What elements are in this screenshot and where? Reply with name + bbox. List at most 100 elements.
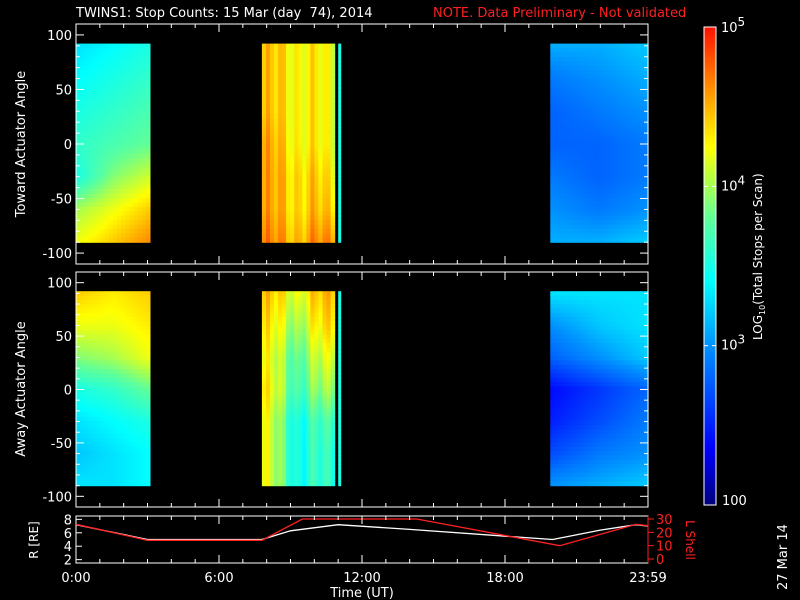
heatmap-cell	[290, 127, 295, 133]
heatmap-cell	[326, 114, 332, 120]
heatmap-cell	[88, 291, 93, 297]
heatmap-cell	[108, 425, 114, 431]
heatmap-cell	[278, 464, 283, 469]
heatmap-cell	[121, 351, 126, 357]
heatmap-cell	[322, 438, 328, 443]
heatmap-cell	[282, 325, 287, 331]
heatmap-cell	[265, 295, 271, 301]
heatmap-cell	[286, 356, 291, 361]
heatmap-cell	[582, 312, 588, 318]
heatmap-cell	[306, 114, 311, 120]
heatmap-cell	[554, 193, 560, 199]
heatmap-cell	[286, 420, 291, 426]
heatmap-cell	[137, 109, 143, 115]
heatmap-cell	[282, 446, 287, 452]
heatmap-cell	[574, 61, 580, 67]
heatmap-cell	[326, 158, 332, 164]
heatmap-cell	[562, 394, 568, 400]
heatmap-cell	[578, 343, 584, 348]
heatmap-cell	[96, 399, 102, 405]
heatmap-cell	[310, 477, 315, 482]
heatmap-cell	[599, 136, 604, 142]
heatmap-cell	[125, 312, 130, 318]
heatmap-cell	[137, 105, 143, 111]
heatmap-cell	[574, 334, 580, 340]
heatmap-cell	[627, 83, 633, 89]
heatmap-cell	[298, 229, 303, 234]
heatmap-cell	[314, 123, 319, 128]
heatmap-cell	[108, 381, 114, 387]
heatmap-cell	[639, 96, 645, 102]
heatmap-cell	[318, 472, 323, 478]
heatmap-cell	[623, 233, 629, 239]
heatmap-cell	[578, 325, 584, 331]
heatmap-cell	[599, 118, 604, 124]
heatmap-cell	[129, 189, 135, 195]
heatmap-cell	[322, 312, 328, 318]
heatmap-cell	[302, 162, 307, 168]
heatmap-cell	[306, 118, 311, 124]
heatmap-cell	[290, 459, 295, 465]
heatmap-cell	[306, 78, 311, 84]
heatmap-cell	[306, 65, 311, 71]
heatmap-cell	[619, 56, 625, 62]
heatmap-cell	[582, 425, 588, 431]
heatmap-cell	[294, 101, 299, 106]
heatmap-cell	[294, 433, 299, 439]
heatmap-cell	[145, 412, 151, 418]
heatmap-cell	[306, 459, 311, 465]
heatmap-cell	[145, 446, 151, 452]
heatmap-cell	[274, 429, 279, 435]
heatmap-cell	[338, 455, 342, 461]
heatmap-cell	[129, 211, 135, 217]
heatmap-cell	[550, 390, 555, 396]
heatmap-cell	[290, 455, 295, 461]
heatmap-cell	[112, 459, 118, 465]
heatmap-cell	[274, 369, 279, 374]
heatmap-cell	[129, 442, 135, 448]
heatmap-cell	[574, 330, 580, 335]
heatmap-cell	[286, 321, 291, 327]
heatmap-cell	[104, 464, 110, 469]
heatmap-cell	[558, 321, 564, 327]
heatmap-cell	[570, 176, 576, 181]
heatmap-cell	[125, 109, 130, 115]
heatmap-cell	[117, 425, 122, 431]
heatmap-cell	[261, 114, 267, 120]
heatmap-cell	[270, 455, 275, 461]
heatmap-cell	[570, 451, 576, 456]
heatmap-cell	[141, 304, 147, 310]
heatmap-cell	[582, 193, 588, 199]
heatmap-cell	[310, 158, 315, 164]
heatmap-cell	[129, 127, 135, 133]
heatmap-cell	[326, 237, 332, 243]
heatmap-cell	[310, 96, 315, 102]
heatmap-cell	[145, 162, 151, 168]
heatmap-cell	[270, 442, 275, 448]
heatmap-cell	[586, 343, 592, 348]
heatmap-cell	[274, 65, 279, 71]
heatmap-cell	[133, 87, 139, 93]
heatmap-cell	[554, 61, 560, 67]
heatmap-cell	[92, 295, 98, 301]
heatmap-cell	[282, 74, 287, 80]
heatmap-cell	[121, 176, 126, 181]
heatmap-cell	[117, 96, 122, 102]
heatmap-cell	[627, 114, 633, 120]
heatmap-cell	[326, 171, 332, 177]
heatmap-cell	[117, 451, 122, 456]
heatmap-cell	[121, 224, 126, 230]
heatmap-cell	[582, 87, 588, 93]
heatmap-cell	[141, 176, 147, 181]
heatmap-cell	[623, 123, 629, 128]
heatmap-cell	[586, 101, 592, 106]
heatmap-cell	[261, 416, 267, 422]
heatmap-cell	[270, 325, 275, 331]
heatmap-cell	[578, 338, 584, 344]
heatmap-cell	[294, 158, 299, 164]
heatmap-cell	[274, 114, 279, 120]
heatmap-cell	[550, 433, 555, 439]
heatmap-cell	[92, 145, 98, 151]
heatmap-cell	[615, 215, 621, 221]
heatmap-cell	[145, 455, 151, 461]
